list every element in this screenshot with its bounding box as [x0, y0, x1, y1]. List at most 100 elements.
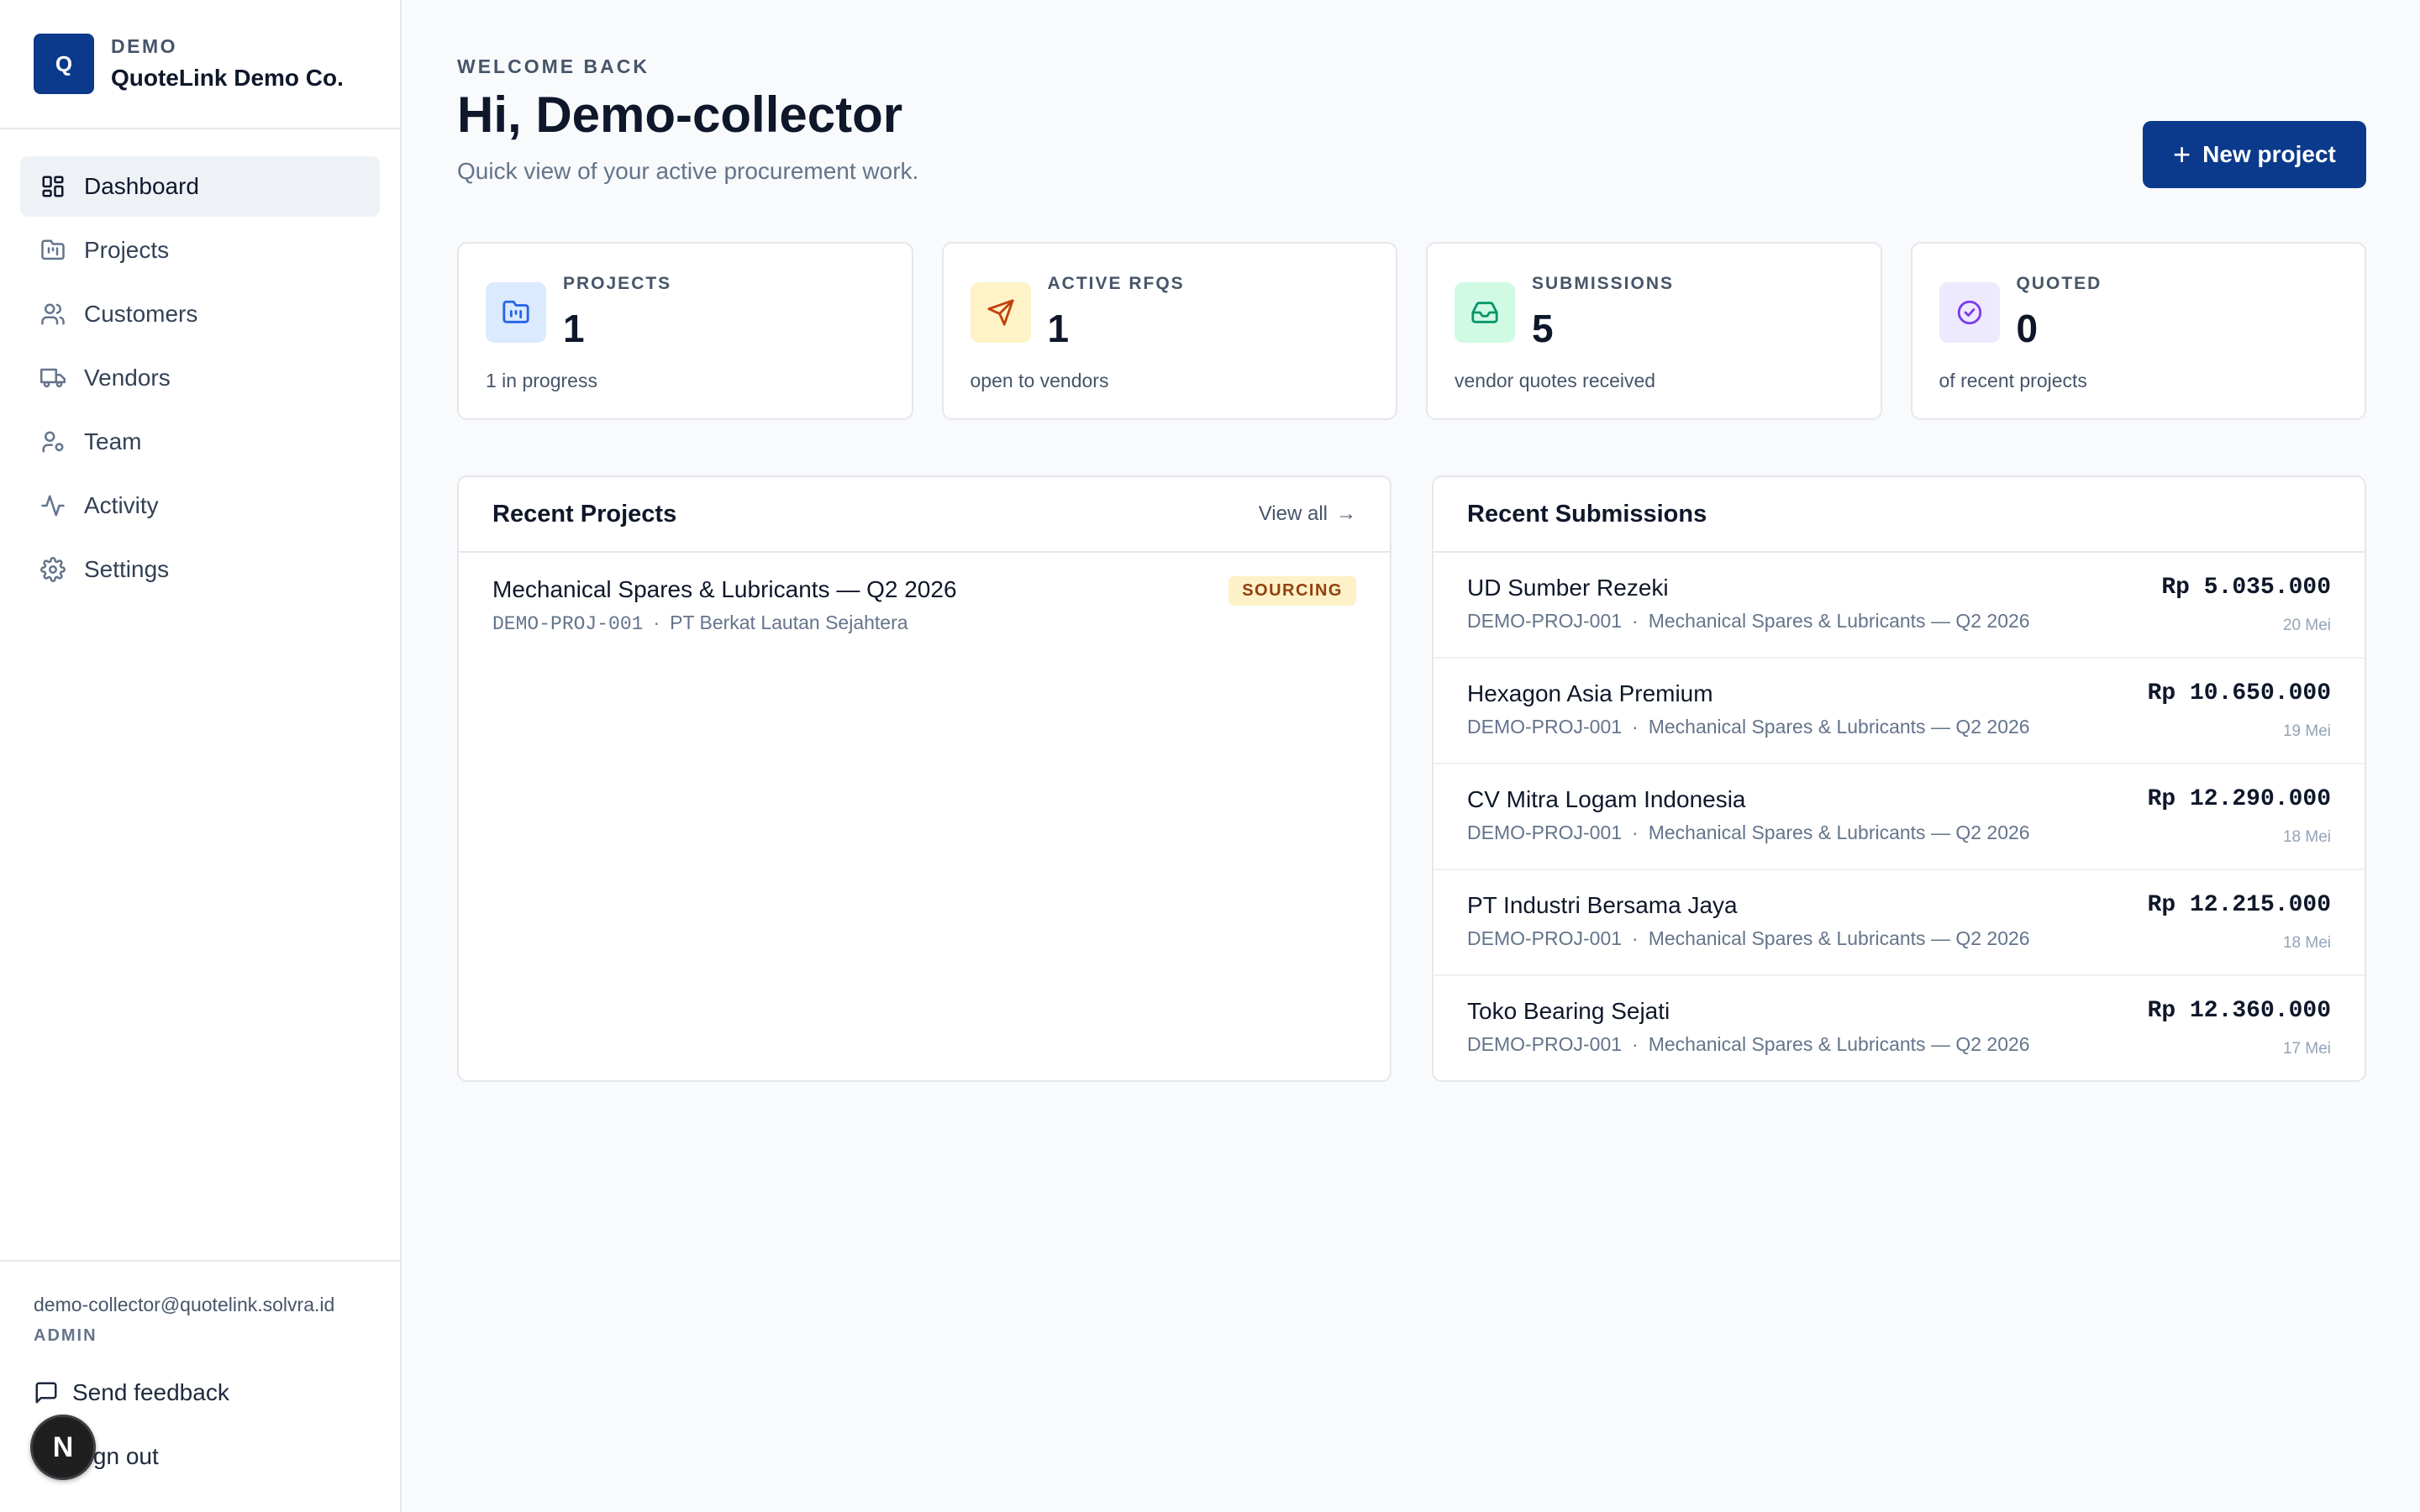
sidebar-item-activity[interactable]: Activity [20, 475, 380, 536]
submission-meta: DEMO-PROJ-001 · Mechanical Spares & Lubric… [1467, 822, 2331, 844]
submission-amount: Rp 5.035.000 [2161, 575, 2331, 601]
panel-header: Recent Projects View all → [459, 477, 1390, 553]
stat-label: QUOTED [2016, 274, 2102, 293]
submission-amount: Rp 12.360.000 [2147, 998, 2331, 1024]
sidebar-item-settings[interactable]: Settings [20, 539, 380, 600]
project-name: Mechanical Spares & Lubricants — Q2 2026 [1648, 1033, 2030, 1055]
submission-row[interactable]: Hexagon Asia Premium DEMO-PROJ-001 · Mecha… [1434, 659, 2365, 764]
folder-chart-icon [486, 282, 546, 343]
stat-label: ACTIVE RFQS [1047, 274, 1185, 293]
stat-value: 1 [563, 307, 585, 350]
sidebar: Q DEMO QuoteLink Demo Co. Dashboard Proj… [0, 0, 402, 1512]
project-meta: DEMO-PROJ-001 · PT Berkat Lautan Sejahtera [492, 612, 1356, 635]
stat-label: PROJECTS [563, 274, 672, 293]
sidebar-nav: Dashboard Projects Customers Vendors Tea… [0, 129, 400, 600]
meta-separator: · [1632, 927, 1639, 949]
view-all-link[interactable]: View all → [1259, 502, 1356, 526]
submission-meta: DEMO-PROJ-001 · Mechanical Spares & Lubric… [1467, 1033, 2331, 1056]
project-code: DEMO-PROJ-001 [1467, 1033, 1623, 1055]
user-role: ADMIN [34, 1326, 97, 1345]
dashboard-icon [40, 174, 66, 199]
send-icon [970, 282, 1031, 343]
stat-caption: of recent projects [1939, 370, 2087, 391]
project-code: DEMO-PROJ-001 [1467, 610, 1623, 632]
sidebar-item-label: Settings [84, 556, 170, 582]
view-all-label: View all [1258, 502, 1328, 525]
brand-org-tag: DEMO [111, 35, 177, 58]
submission-row[interactable]: CV Mitra Logam Indonesia DEMO-PROJ-001 · M… [1434, 764, 2365, 870]
user-email: demo-collector@quotelink.solvra.id [34, 1294, 335, 1315]
check-circle-icon [1939, 282, 2000, 343]
new-project-label: New project [2202, 141, 2336, 167]
submission-date: 18 Mei [2282, 828, 2331, 846]
stat-value: 0 [2016, 307, 2039, 350]
project-code: DEMO-PROJ-001 [1467, 716, 1623, 738]
sidebar-item-team[interactable]: Team [20, 412, 380, 472]
status-badge: SOURCING [1228, 576, 1356, 606]
meta-separator: · [653, 612, 660, 633]
sidebar-item-label: Customers [84, 301, 198, 327]
submission-amount: Rp 12.215.000 [2147, 892, 2331, 918]
project-customer: PT Berkat Lautan Sejahtera [670, 612, 908, 633]
project-code: DEMO-PROJ-001 [492, 613, 644, 635]
sidebar-item-label: Projects [84, 237, 170, 263]
stat-value: 5 [1532, 307, 1554, 350]
users-icon [40, 302, 66, 327]
project-name: Mechanical Spares & Lubricants — Q2 2026 [1648, 610, 2030, 632]
meta-separator: · [1632, 610, 1639, 632]
project-name: Mechanical Spares & Lubricants — Q2 2026 [1648, 716, 2030, 738]
project-row[interactable]: Mechanical Spares & Lubricants — Q2 2026… [459, 553, 1390, 659]
dev-tools-badge[interactable]: N [30, 1415, 96, 1480]
submission-meta: DEMO-PROJ-001 · Mechanical Spares & Lubric… [1467, 716, 2331, 738]
sidebar-item-label: Team [84, 428, 142, 454]
send-feedback-label: Send feedback [72, 1379, 229, 1405]
stat-caption: vendor quotes received [1455, 370, 1656, 391]
meta-separator: · [1632, 822, 1639, 843]
stat-card-projects: PROJECTS 1 1 in progress [457, 242, 913, 420]
panel-title: Recent Submissions [1467, 500, 1707, 528]
arrow-right-icon: → [1336, 502, 1356, 525]
submission-meta: DEMO-PROJ-001 · Mechanical Spares & Lubric… [1467, 927, 2331, 950]
activity-icon [40, 493, 66, 518]
stat-caption: 1 in progress [486, 370, 597, 391]
submission-date: 20 Mei [2282, 617, 2331, 634]
submission-row[interactable]: UD Sumber Rezeki DEMO-PROJ-001 · Mechanica… [1434, 553, 2365, 659]
truck-icon [40, 365, 66, 391]
sidebar-item-dashboard[interactable]: Dashboard [20, 156, 380, 217]
stat-card-active-rfqs: ACTIVE RFQS 1 open to vendors [941, 242, 1397, 420]
brand-name: QuoteLink Demo Co. [111, 65, 344, 91]
welcome-eyebrow: WELCOME BACK [457, 55, 650, 77]
submission-amount: Rp 12.290.000 [2147, 786, 2331, 812]
new-project-button[interactable]: + New project [2143, 121, 2366, 188]
panel-header: Recent Submissions [1434, 477, 2365, 553]
submission-meta: DEMO-PROJ-001 · Mechanical Spares & Lubric… [1467, 610, 2331, 633]
brand[interactable]: Q DEMO QuoteLink Demo Co. [0, 0, 400, 129]
meta-separator: · [1632, 1033, 1639, 1055]
sidebar-item-customers[interactable]: Customers [20, 284, 380, 344]
submission-date: 18 Mei [2282, 934, 2331, 952]
recent-submissions-panel: Recent Submissions UD Sumber Rezeki DEMO… [1432, 475, 2366, 1082]
stat-caption: open to vendors [970, 370, 1109, 391]
stats-row: PROJECTS 1 1 in progress ACTIVE RFQS 1 o… [457, 242, 2366, 420]
page-subtitle: Quick view of your active procurement wo… [457, 158, 919, 184]
team-icon [40, 429, 66, 454]
sidebar-item-projects[interactable]: Projects [20, 220, 380, 281]
sidebar-item-vendors[interactable]: Vendors [20, 348, 380, 408]
plus-icon: + [2173, 137, 2191, 171]
project-name: Mechanical Spares & Lubricants — Q2 2026 [492, 576, 957, 602]
brand-logo: Q [34, 34, 94, 94]
project-name: Mechanical Spares & Lubricants — Q2 2026 [1648, 822, 2030, 843]
submission-row[interactable]: Toko Bearing Sejati DEMO-PROJ-001 · Mechan… [1434, 976, 2365, 1082]
meta-separator: · [1632, 716, 1639, 738]
send-feedback-button[interactable]: Send feedback [34, 1379, 366, 1406]
stat-value: 1 [1047, 307, 1070, 350]
sidebar-item-label: Vendors [84, 365, 171, 391]
project-code: DEMO-PROJ-001 [1467, 822, 1623, 843]
submissions-list: UD Sumber Rezeki DEMO-PROJ-001 · Mechanica… [1434, 553, 2365, 1082]
submission-date: 17 Mei [2282, 1040, 2331, 1058]
project-name: Mechanical Spares & Lubricants — Q2 2026 [1648, 927, 2030, 949]
submission-row[interactable]: PT Industri Bersama Jaya DEMO-PROJ-001 · M… [1434, 870, 2365, 976]
gear-icon [40, 557, 66, 582]
project-code: DEMO-PROJ-001 [1467, 927, 1623, 949]
page-title: Hi, Demo-collector [457, 87, 903, 143]
